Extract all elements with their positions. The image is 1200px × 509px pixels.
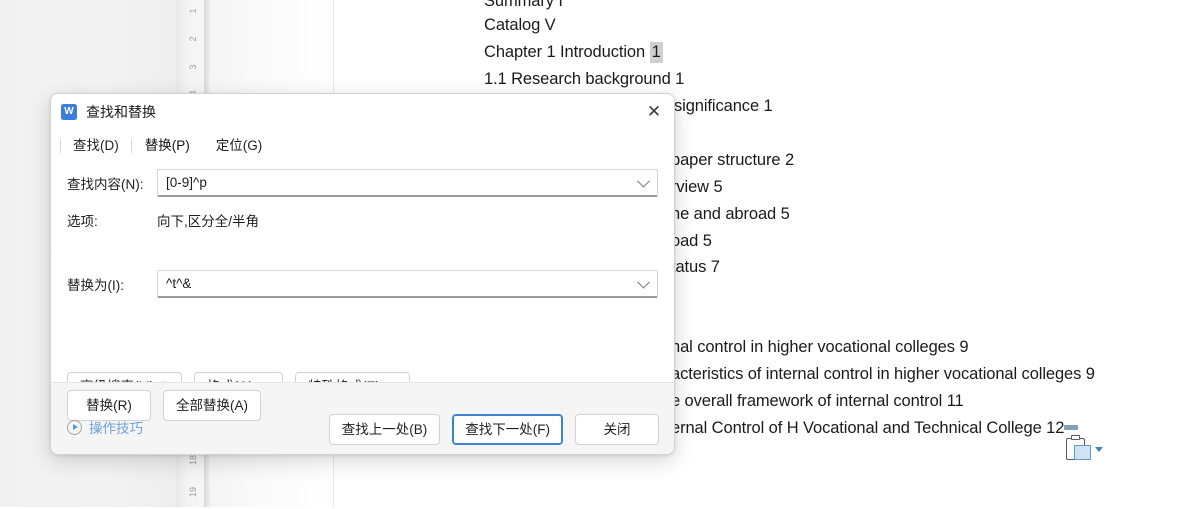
selection-highlight: 1	[649, 42, 663, 63]
chevron-down-icon[interactable]	[637, 174, 650, 188]
replace-input[interactable]: ^t^&	[157, 270, 658, 298]
doc-line: rview 5	[671, 178, 723, 196]
close-icon[interactable]: ✕	[640, 98, 668, 124]
footer-bottom-row: 操作技巧 查找上一处(B) 查找下一处(F) 关闭	[51, 414, 674, 446]
operation-tips-label: 操作技巧	[89, 421, 143, 436]
doc-line: e overall framework of internal control …	[671, 392, 964, 410]
find-next-button[interactable]: 查找下一处(F)	[452, 414, 563, 445]
dialog-footer: 替换(R) 全部替换(A) 操作技巧 查找上一处(B) 查找下一处(F) 关闭	[51, 382, 674, 454]
operation-tips-link[interactable]: 操作技巧	[67, 417, 143, 437]
doc-line: oad 5	[671, 232, 712, 250]
replace-label: 替换为(I):	[67, 278, 124, 293]
options-label: 选项:	[67, 214, 98, 229]
dialog-tabs[interactable]: 查找(D) 替换(P) 定位(G)	[51, 129, 674, 161]
dialog-titlebar[interactable]: W 查找和替换 ✕	[51, 94, 674, 129]
paste-options-anchor	[1064, 425, 1078, 430]
doc-line: 1.1 Research background 1	[484, 70, 685, 88]
doc-line: significance 1	[674, 97, 773, 115]
dialog-body: 查找内容(N): [0-9]^p 选项: 向下,区分全/半角 替换为(I): ^…	[51, 161, 674, 416]
doc-line: Catalog V	[484, 16, 556, 34]
chevron-down-icon[interactable]	[1095, 447, 1103, 452]
find-input[interactable]: [0-9]^p	[157, 169, 658, 197]
doc-line: tatus 7	[671, 258, 720, 276]
wps-writer-icon: W	[61, 103, 77, 120]
doc-line-text: Chapter 1 Introduction	[484, 43, 650, 61]
options-row: 选项: 向下,区分全/半角	[67, 210, 658, 230]
footer-action-group: 查找上一处(B) 查找下一处(F) 关闭	[328, 414, 659, 445]
doc-line: ernal Control of H Vocational and Techni…	[671, 419, 1065, 437]
chevron-down-icon[interactable]	[637, 275, 650, 289]
ruler-tick: 19	[188, 487, 198, 498]
find-label: 查找内容(N):	[67, 177, 144, 192]
find-row: 查找内容(N): [0-9]^p	[67, 169, 658, 197]
dialog-title: 查找和替换	[86, 103, 156, 120]
options-value: 向下,区分全/半角	[157, 214, 260, 229]
doc-line: ne and abroad 5	[671, 205, 790, 223]
paste-options-clipboard-icon[interactable]	[1064, 435, 1106, 464]
replace-row: 替换为(I): ^t^&	[67, 270, 658, 298]
find-previous-button[interactable]: 查找上一处(B)	[328, 414, 441, 445]
find-input-value: [0-9]^p	[166, 175, 207, 190]
play-circle-icon	[67, 419, 82, 435]
replace-input-value: ^t^&	[166, 276, 192, 291]
close-button[interactable]: 关闭	[575, 414, 659, 445]
doc-line: paper structure 2	[671, 151, 795, 169]
find-and-replace-dialog[interactable]: W 查找和替换 ✕ 查找(D) 替换(P) 定位(G) 查找内容(N): [0-…	[50, 93, 675, 455]
doc-line: Summary I	[484, 0, 563, 10]
doc-line: acteristics of internal control in highe…	[671, 365, 1095, 383]
clipboard-page-icon	[1074, 445, 1091, 460]
doc-line: nal control in higher vocational college…	[671, 338, 969, 356]
doc-line-with-selection: Chapter 1 Introduction 1	[484, 42, 663, 63]
tab-replace[interactable]: 替换(P)	[132, 134, 203, 161]
tab-goto[interactable]: 定位(G)	[203, 134, 276, 161]
tab-find[interactable]: 查找(D)	[60, 134, 132, 161]
clipboard-clip-icon	[1071, 435, 1080, 440]
